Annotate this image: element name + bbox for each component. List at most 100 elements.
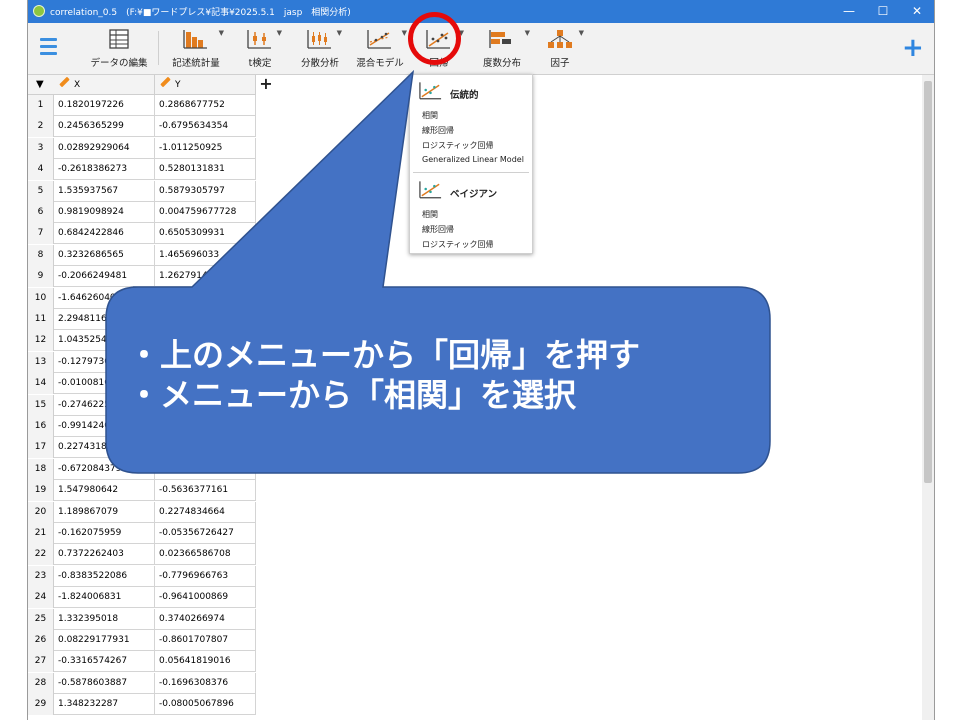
cell-x[interactable]: -0.99142406 — [54, 416, 155, 437]
anova-button[interactable]: ▼ 分散分析 — [296, 25, 344, 71]
frequencies-button[interactable]: ▼ 度数分布 — [476, 25, 530, 71]
data-editor-button[interactable]: データの編集 — [88, 25, 150, 71]
cell-x[interactable]: 0.7372262403 — [54, 544, 155, 566]
cell-x[interactable]: -0.5878603887 — [54, 672, 155, 694]
table-row[interactable]: 3 0.02892929064 -1.011250925 — [28, 137, 256, 159]
table-row[interactable]: 17 0.22743180 — [28, 437, 256, 459]
cell-x[interactable]: -0.162075959 — [54, 523, 155, 544]
cell-x[interactable]: 0.2456365299 — [54, 116, 155, 138]
cell-y[interactable] — [155, 437, 256, 459]
table-row[interactable]: 25 1.332395018 0.3740266974 — [28, 608, 256, 630]
cell-y[interactable]: -0.9641000869 — [155, 587, 256, 609]
cell-x[interactable]: 1.332395018 — [54, 608, 155, 630]
cell-y[interactable]: -0.7796966763 — [155, 565, 256, 587]
table-row[interactable]: 5 1.535937567 0.5879305797 — [28, 180, 256, 202]
cell-x[interactable]: 2.29481166 — [54, 309, 155, 330]
ttest-button[interactable]: ▼ t検定 — [236, 25, 284, 71]
cell-y[interactable]: 1.262791439 — [155, 266, 256, 288]
table-row[interactable]: 22 0.7372262403 0.02366586708 — [28, 544, 256, 566]
cell-x[interactable]: 1.348232287 — [54, 694, 155, 716]
table-row[interactable]: 24 -1.824006831 -0.9641000869 — [28, 587, 256, 609]
table-row[interactable]: 23 -0.8383522086 -0.7796966763 — [28, 565, 256, 587]
table-row[interactable]: 4 -0.2618386273 0.5280131831 — [28, 159, 256, 181]
cell-x[interactable]: -1.824006831 — [54, 587, 155, 609]
minimize-button[interactable]: — — [834, 3, 864, 19]
cell-y[interactable]: -0.1696308376 — [155, 672, 256, 694]
cell-y[interactable]: -1.011250925 — [155, 137, 256, 159]
cell-y[interactable]: -0.05356726427 — [155, 523, 256, 544]
cell-y[interactable]: 0.004759677728 — [155, 202, 256, 223]
cell-x[interactable]: -0.8383522086 — [54, 565, 155, 587]
descriptives-button[interactable]: ▼ 記述統計量 — [166, 25, 226, 71]
cell-x[interactable]: 1.189867079 — [54, 501, 155, 523]
cell-y[interactable]: 1.465696033 — [155, 244, 256, 266]
column-header-y[interactable]: Y — [155, 75, 256, 95]
cell-x[interactable]: 0.3232686565 — [54, 244, 155, 266]
bayesian-linear-regression-item[interactable]: 線形回帰 — [422, 224, 454, 235]
cell-x[interactable]: -0.3316574267 — [54, 651, 155, 673]
filter-icon[interactable]: ▼ — [36, 79, 44, 90]
cell-y[interactable]: 0.2274834664 — [155, 501, 256, 523]
bayesian-logistic-regression-item[interactable]: ロジスティック回帰 — [422, 239, 494, 250]
table-row[interactable]: 28 -0.5878603887 -0.1696308376 — [28, 672, 256, 694]
table-row[interactable]: 9 -0.2066249481 1.262791439 — [28, 266, 256, 288]
cell-y[interactable] — [155, 287, 256, 309]
cell-y[interactable]: 0.05641819016 — [155, 651, 256, 673]
cell-x[interactable]: -1.646260406 — [54, 287, 155, 309]
cell-x[interactable]: 0.22743180 — [54, 437, 155, 459]
cell-y[interactable]: 0.5879305797 — [155, 180, 256, 202]
table-row[interactable]: 18 -0.6720843794 — [28, 458, 256, 480]
table-row[interactable]: 21 -0.162075959 -0.05356726427 — [28, 523, 256, 544]
cell-y[interactable] — [155, 309, 256, 330]
classical-linear-regression-item[interactable]: 線形回帰 — [422, 125, 454, 136]
classical-glm-item[interactable]: Generalized Linear Model — [422, 155, 524, 164]
mixed-models-button[interactable]: ▼ 混合モデル — [352, 25, 408, 71]
cell-y[interactable]: 0.2868677752 — [155, 95, 256, 116]
cell-y[interactable] — [155, 458, 256, 480]
table-row[interactable]: 1 0.1820197226 0.2868677752 — [28, 95, 256, 116]
table-row[interactable]: 10 -1.646260406 — [28, 287, 256, 309]
column-header-x[interactable]: X — [54, 75, 155, 95]
table-row[interactable]: 16 -0.99142406 — [28, 416, 256, 437]
table-row[interactable]: 27 -0.3316574267 0.05641819016 — [28, 651, 256, 673]
add-module-button[interactable]: + — [902, 33, 924, 63]
cell-y[interactable]: -0.6795634354 — [155, 116, 256, 138]
cell-y[interactable]: -0.08005067896 — [155, 694, 256, 716]
table-row[interactable]: 8 0.3232686565 1.465696033 — [28, 244, 256, 266]
add-column-button[interactable]: + — [259, 76, 273, 92]
cell-x[interactable]: 0.6842422846 — [54, 223, 155, 245]
cell-y[interactable]: -0.8601707807 — [155, 630, 256, 651]
cell-y[interactable]: 0.6505309931 — [155, 223, 256, 245]
cell-y[interactable]: 0.3740266974 — [155, 608, 256, 630]
bayesian-correlation-item[interactable]: 相関 — [422, 209, 438, 220]
menu-icon[interactable] — [40, 38, 57, 56]
cell-x[interactable]: 1.547980642 — [54, 480, 155, 502]
cell-x[interactable]: -0.2618386273 — [54, 159, 155, 181]
classical-logistic-regression-item[interactable]: ロジスティック回帰 — [422, 140, 494, 151]
table-row[interactable]: 6 0.9819098924 0.004759677728 — [28, 202, 256, 223]
cell-x[interactable]: 1.535937567 — [54, 180, 155, 202]
cell-y[interactable]: 0.02366586708 — [155, 544, 256, 566]
maximize-button[interactable]: ☐ — [868, 3, 898, 19]
table-row[interactable]: 2 0.2456365299 -0.6795634354 — [28, 116, 256, 138]
cell-x[interactable]: 0.02892929064 — [54, 137, 155, 159]
cell-x[interactable]: -0.2066249481 — [54, 266, 155, 288]
table-row[interactable]: 7 0.6842422846 0.6505309931 — [28, 223, 256, 245]
cell-y[interactable] — [155, 416, 256, 437]
cell-y[interactable]: -0.5636377161 — [155, 480, 256, 502]
cell-x[interactable]: 0.1820197226 — [54, 95, 155, 116]
table-row[interactable]: 29 1.348232287 -0.08005067896 — [28, 694, 256, 716]
scrollbar-thumb[interactable] — [924, 81, 932, 483]
cell-y[interactable]: 0.5280131831 — [155, 159, 256, 181]
factor-button[interactable]: ▼ 因子 — [538, 25, 584, 71]
table-row[interactable]: 19 1.547980642 -0.5636377161 — [28, 480, 256, 502]
window-title: correlation_0.5 (F:¥■ワードプレス¥記事¥2025.5.1 … — [50, 8, 351, 18]
cell-x[interactable]: -0.6720843794 — [54, 458, 155, 480]
close-button[interactable]: ✕ — [902, 3, 932, 19]
table-row[interactable]: 26 0.08229177931 -0.8601707807 — [28, 630, 256, 651]
classical-correlation-item[interactable]: 相関 — [422, 110, 438, 121]
cell-x[interactable]: 0.08229177931 — [54, 630, 155, 651]
table-row[interactable]: 11 2.29481166 — [28, 309, 256, 330]
table-row[interactable]: 20 1.189867079 0.2274834664 — [28, 501, 256, 523]
cell-x[interactable]: 0.9819098924 — [54, 202, 155, 223]
